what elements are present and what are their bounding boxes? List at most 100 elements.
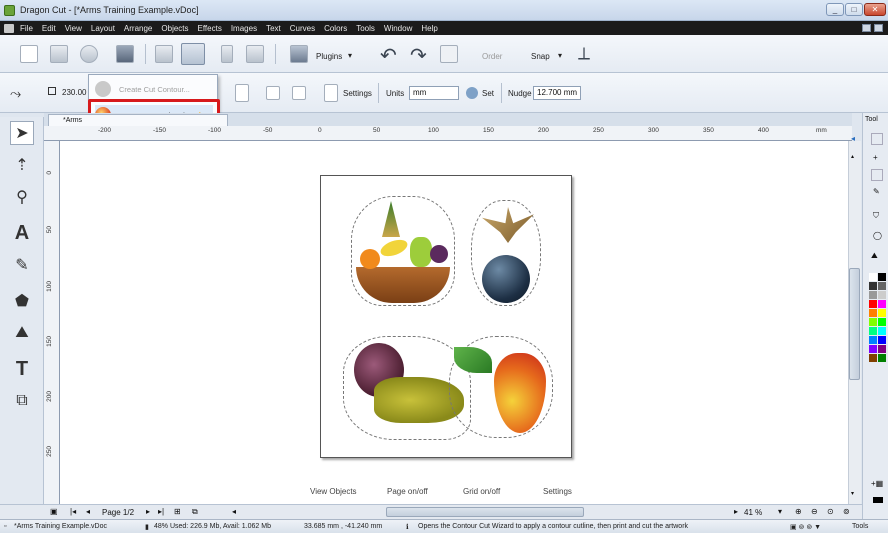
- snap-label[interactable]: Snap: [531, 52, 550, 61]
- open-icon[interactable]: [50, 45, 68, 63]
- menu-edit[interactable]: Edit: [42, 24, 56, 33]
- width-value[interactable]: 230.00: [62, 88, 86, 97]
- zoom-page-icon[interactable]: ⊚: [843, 507, 850, 516]
- color-swatch[interactable]: [878, 354, 886, 362]
- color-swatch[interactable]: [878, 300, 886, 308]
- page-layout-icon[interactable]: [292, 86, 306, 100]
- settings-icon[interactable]: [324, 84, 338, 102]
- color-swatch[interactable]: [878, 336, 886, 344]
- mdi-minimize-button[interactable]: [862, 24, 871, 32]
- order-label[interactable]: Order: [482, 52, 502, 61]
- add-page-icon[interactable]: [266, 86, 280, 100]
- menu-curves[interactable]: Curves: [290, 24, 315, 33]
- last-page-icon[interactable]: ▸|: [158, 507, 164, 516]
- close-button[interactable]: ✕: [864, 3, 886, 16]
- settings-link[interactable]: Settings: [543, 487, 572, 496]
- plugins-icon[interactable]: [290, 45, 308, 63]
- docker-pen-icon[interactable]: ✎: [873, 187, 880, 196]
- docker-tab[interactable]: Tool: [865, 116, 878, 123]
- minimize-button[interactable]: _: [826, 3, 844, 16]
- docker-swatch-empty[interactable]: [871, 133, 883, 145]
- horizontal-scroll-thumb[interactable]: [386, 507, 584, 517]
- align-icon[interactable]: ⟂: [578, 43, 590, 64]
- scroll-right-icon[interactable]: ▸: [734, 507, 738, 516]
- page-settings-icon[interactable]: ▣: [50, 507, 58, 516]
- document-menu-icon[interactable]: [4, 23, 14, 33]
- status-icons[interactable]: ▣ ⊚ ⊚ ▼: [790, 523, 821, 531]
- pen-tool-icon[interactable]: ✎: [10, 253, 34, 277]
- status-tools[interactable]: Tools: [852, 523, 868, 530]
- transform-tool-icon[interactable]: ⧉: [10, 389, 34, 413]
- menu-item-create-cut-contour[interactable]: Create Cut Contour...: [95, 79, 213, 99]
- zoom-tool-icon[interactable]: ⚲: [10, 185, 34, 209]
- color-swatch[interactable]: [878, 291, 886, 299]
- cutter-icon[interactable]: [181, 43, 205, 65]
- maximize-button[interactable]: □: [845, 3, 863, 16]
- eagle-globe-image[interactable]: [471, 200, 541, 306]
- add-color-icon[interactable]: +▦: [871, 479, 883, 488]
- recent-files-icon[interactable]: [80, 45, 98, 63]
- menu-objects[interactable]: Objects: [161, 24, 188, 33]
- menu-view[interactable]: View: [65, 24, 82, 33]
- docker-image-icon[interactable]: ⛰: [871, 251, 878, 261]
- color-swatch[interactable]: [878, 273, 886, 281]
- units-select[interactable]: mm: [409, 86, 459, 100]
- color-swatch[interactable]: [878, 282, 886, 290]
- menu-arrange[interactable]: Arrange: [124, 24, 152, 33]
- pick-tool-icon[interactable]: ➤: [10, 121, 34, 145]
- zoom-fit-icon[interactable]: ⊙: [827, 507, 834, 516]
- color-swatch[interactable]: [869, 300, 877, 308]
- cut-plot-icon[interactable]: [221, 45, 233, 63]
- docker-fill-icon[interactable]: ⛉: [873, 211, 879, 221]
- chevron-down-icon[interactable]: ▾: [558, 51, 562, 60]
- menu-colors[interactable]: Colors: [324, 24, 347, 33]
- menu-file[interactable]: File: [20, 24, 33, 33]
- pear-image[interactable]: [449, 336, 553, 438]
- type-tool-icon[interactable]: T: [10, 357, 34, 381]
- color-swatch[interactable]: [869, 291, 877, 299]
- color-swatch[interactable]: [869, 354, 877, 362]
- color-swatch[interactable]: [878, 327, 886, 335]
- page-manager-icon[interactable]: ⧉: [192, 507, 198, 517]
- node-tool-icon[interactable]: ⇡: [10, 153, 34, 177]
- docker-swatch-empty[interactable]: [871, 169, 883, 181]
- menu-effects[interactable]: Effects: [198, 24, 222, 33]
- redo-icon[interactable]: ↷: [410, 43, 427, 68]
- new-document-icon[interactable]: [20, 45, 38, 63]
- width-checkbox[interactable]: [48, 87, 56, 95]
- current-color-swatch[interactable]: [873, 497, 883, 503]
- zoom-value[interactable]: 41 %: [744, 508, 762, 517]
- menu-text[interactable]: Text: [266, 24, 281, 33]
- settings-label[interactable]: Settings: [343, 89, 372, 98]
- scroll-left-icon[interactable]: ◂: [232, 507, 236, 516]
- color-swatch[interactable]: [869, 336, 877, 344]
- print-icon[interactable]: [155, 45, 173, 63]
- color-swatch[interactable]: [878, 309, 886, 317]
- page-icon[interactable]: [235, 84, 249, 102]
- docker-add-icon[interactable]: +: [873, 153, 878, 162]
- scroll-down-icon[interactable]: ▾: [851, 490, 854, 497]
- save-icon[interactable]: [116, 45, 134, 63]
- menu-help[interactable]: Help: [421, 24, 437, 33]
- color-swatch[interactable]: [869, 309, 877, 317]
- fruit-basket-image[interactable]: [351, 196, 455, 306]
- scroll-up-icon[interactable]: ▴: [851, 153, 854, 160]
- set-label[interactable]: Set: [482, 89, 494, 98]
- fill-tool-icon[interactable]: ⤳: [10, 85, 21, 102]
- nudge-input[interactable]: 12.700 mm: [533, 86, 581, 100]
- color-swatch[interactable]: [869, 327, 877, 335]
- color-swatch[interactable]: [869, 273, 877, 281]
- view-objects-link[interactable]: View Objects: [310, 487, 357, 496]
- docker-ring-icon[interactable]: ◯: [873, 231, 882, 240]
- zoom-in-icon[interactable]: ⊕: [795, 507, 802, 516]
- tab-document[interactable]: *Arms: [48, 114, 228, 126]
- color-swatch[interactable]: [869, 282, 877, 290]
- add-page-icon[interactable]: ⊞: [174, 507, 181, 516]
- vertical-scroll-thumb[interactable]: [849, 268, 860, 380]
- prev-page-icon[interactable]: ◂: [86, 507, 90, 516]
- next-page-icon[interactable]: ▸: [146, 507, 150, 516]
- zoom-out-icon[interactable]: ⊖: [811, 507, 818, 516]
- plugins-label[interactable]: Plugins: [316, 52, 342, 61]
- document-page[interactable]: [320, 175, 572, 458]
- menu-images[interactable]: Images: [231, 24, 257, 33]
